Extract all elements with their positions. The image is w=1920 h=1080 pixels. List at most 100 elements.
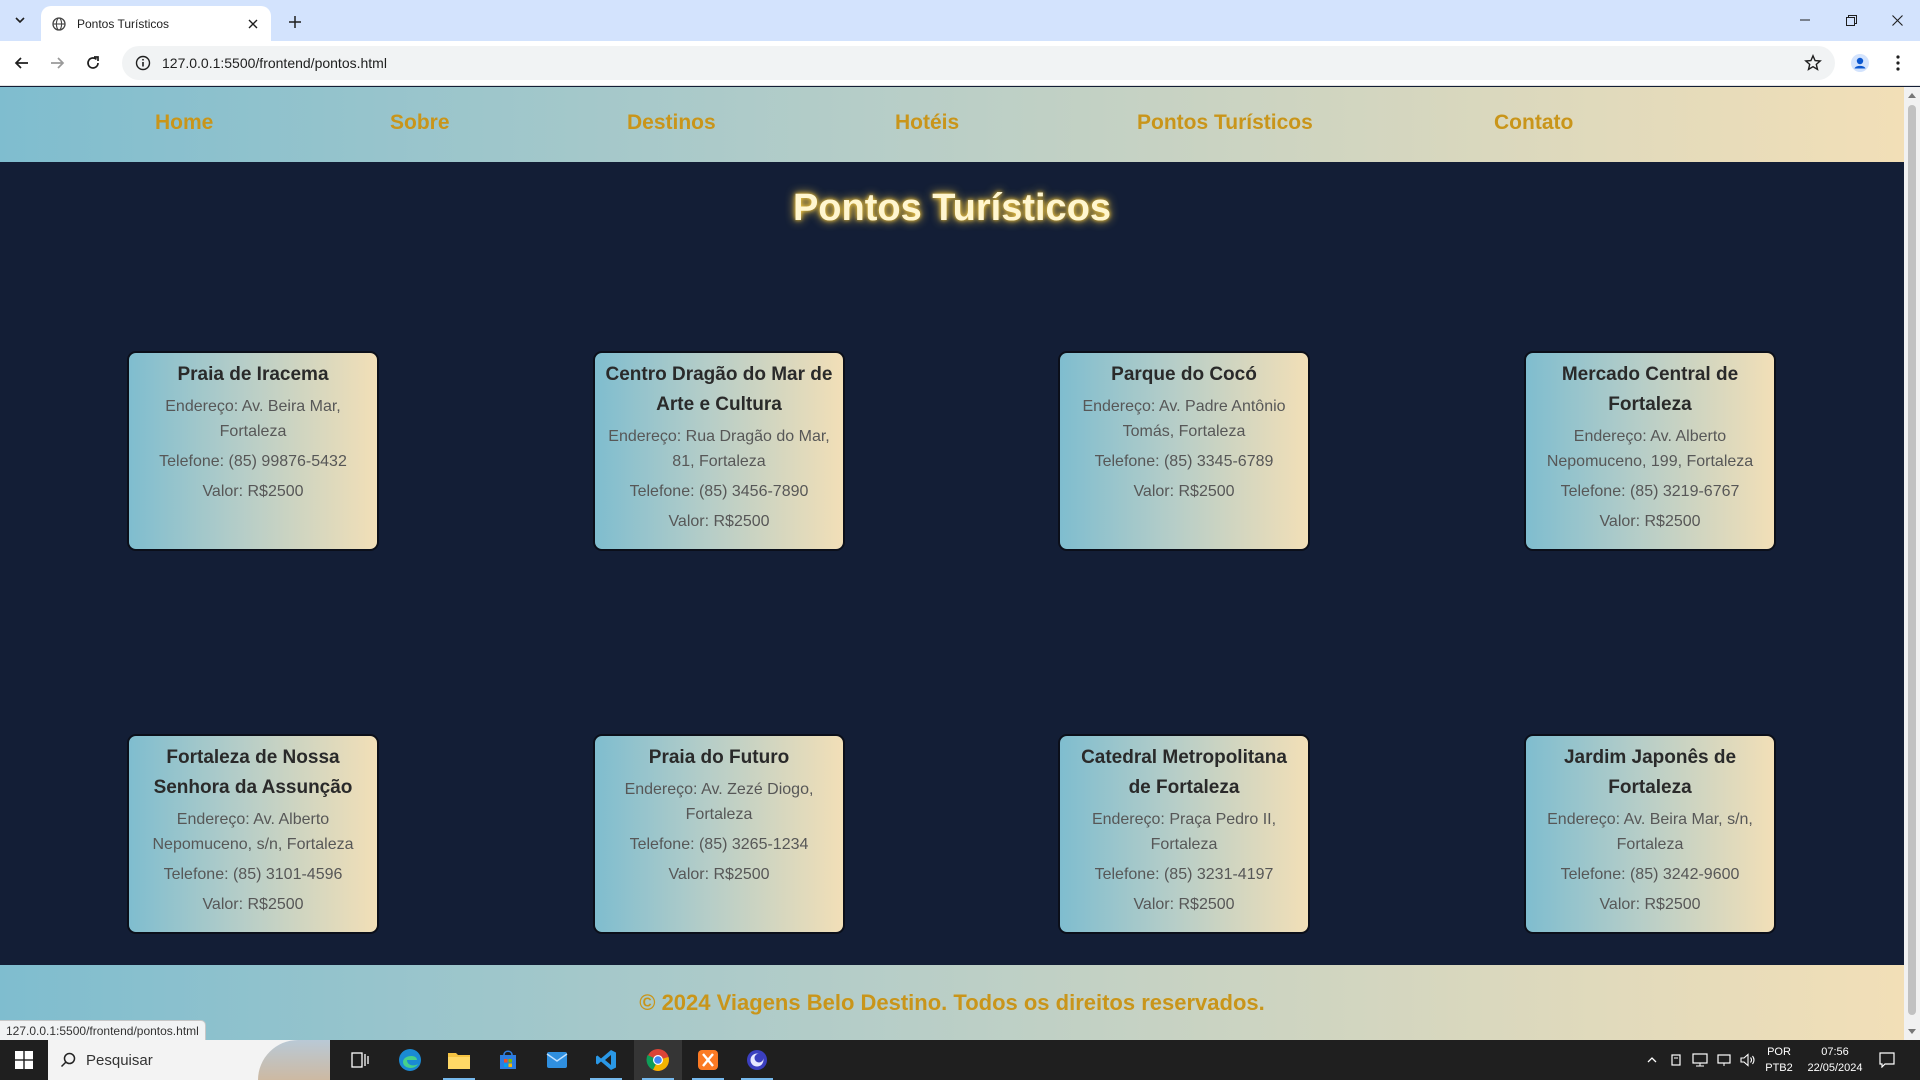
taskbar-app-blue[interactable] xyxy=(733,1040,781,1080)
network-monitor-icon[interactable] xyxy=(1690,1050,1710,1070)
taskbar-chrome[interactable] xyxy=(634,1040,682,1080)
close-window-button[interactable] xyxy=(1874,0,1920,40)
chevron-up-icon[interactable] xyxy=(1642,1050,1662,1070)
page-viewport: Home Sobre Destinos Hotéis Pontos Turíst… xyxy=(0,87,1904,1040)
volume-icon[interactable] xyxy=(1738,1050,1758,1070)
reload-button[interactable] xyxy=(79,49,107,77)
nav-link-destinos[interactable]: Destinos xyxy=(627,111,716,135)
attraction-card[interactable]: Parque do Cocó Endereço: Av. Padre Antôn… xyxy=(1058,351,1310,551)
taskbar-vscode[interactable] xyxy=(582,1040,630,1080)
card-address: Endereço: Rua Dragão do Mar, 81, Fortale… xyxy=(608,428,830,470)
arrow-left-icon xyxy=(14,57,28,69)
clock[interactable]: 07:56 22/05/2024 xyxy=(1800,1040,1870,1080)
input-language-indicator[interactable]: POR PTB2 xyxy=(1762,1040,1796,1080)
nav-link-pontos-turisticos[interactable]: Pontos Turísticos xyxy=(1137,111,1313,135)
attraction-card[interactable]: Mercado Central de Fortaleza Endereço: A… xyxy=(1524,351,1776,551)
restore-button[interactable] xyxy=(1828,0,1874,40)
windows-taskbar: Pesquisar POR PTB2 07:56 22/05/2024 xyxy=(0,1040,1920,1080)
nav-link-home[interactable]: Home xyxy=(155,111,213,135)
notification-icon[interactable] xyxy=(1877,1050,1897,1070)
search-highlight-image xyxy=(258,1040,330,1080)
start-button[interactable] xyxy=(0,1040,48,1080)
clock-date: 22/05/2024 xyxy=(1807,1062,1863,1074)
person-icon xyxy=(1851,54,1869,72)
card-title: Catedral Metropolitana de Fortaleza xyxy=(1081,747,1287,798)
nav-link-sobre[interactable]: Sobre xyxy=(390,111,450,135)
task-view-icon xyxy=(351,1052,369,1068)
chevron-down-icon xyxy=(15,17,25,24)
footer-copyright: © 2024 Viagens Belo Destino. Todos os di… xyxy=(639,989,1265,1015)
network-icon[interactable] xyxy=(1714,1050,1734,1070)
app-orb-icon xyxy=(747,1050,767,1070)
language-code: POR xyxy=(1767,1046,1791,1058)
attraction-card[interactable]: Jardim Japonês de Fortaleza Endereço: Av… xyxy=(1524,734,1776,934)
card-title: Centro Dragão do Mar de Arte e Cultura xyxy=(605,364,833,415)
windows-logo-icon xyxy=(15,1051,33,1069)
close-icon[interactable] xyxy=(245,16,261,32)
edge-icon xyxy=(399,1049,421,1071)
card-title: Praia do Futuro xyxy=(648,747,790,768)
card-phone: Telefone: (85) 3242-9600 xyxy=(1560,866,1740,883)
tab-title: Pontos Turísticos xyxy=(77,16,170,31)
nav-link-contato[interactable]: Contato xyxy=(1494,111,1573,135)
address-bar[interactable]: 127.0.0.1:5500/frontend/pontos.html xyxy=(122,46,1835,80)
card-address: Endereço: Av. Beira Mar, Fortaleza xyxy=(165,398,341,440)
taskbar-search-label: Pesquisar xyxy=(86,1051,153,1069)
card-phone: Telefone: (85) 99876-5432 xyxy=(159,453,347,470)
scrollbar-thumb[interactable] xyxy=(1908,105,1916,1015)
forward-button[interactable] xyxy=(43,49,71,77)
card-title: Mercado Central de Fortaleza xyxy=(1561,364,1739,415)
nav-link-hoteis[interactable]: Hotéis xyxy=(895,111,959,135)
attraction-card[interactable]: Catedral Metropolitana de Fortaleza Ende… xyxy=(1058,734,1310,934)
browser-menu-button[interactable] xyxy=(1884,49,1912,77)
new-tab-button[interactable] xyxy=(282,9,308,35)
minimize-icon xyxy=(1800,19,1810,21)
close-icon xyxy=(1891,14,1903,26)
link-status-bubble: 127.0.0.1:5500/frontend/pontos.html xyxy=(0,1020,206,1040)
card-price: Valor: R$2500 xyxy=(1599,513,1701,530)
kebab-menu-icon xyxy=(1896,55,1900,71)
attraction-card[interactable]: Praia do Futuro Endereço: Av. Zezé Diogo… xyxy=(593,734,845,934)
task-view-button[interactable] xyxy=(336,1040,384,1080)
attraction-card[interactable]: Fortaleza de Nossa Senhora da Assunção E… xyxy=(127,734,379,934)
taskbar-file-explorer[interactable] xyxy=(435,1040,483,1080)
attraction-card[interactable]: Centro Dragão do Mar de Arte e Cultura E… xyxy=(593,351,845,551)
card-price: Valor: R$2500 xyxy=(202,896,304,913)
card-phone: Telefone: (85) 3265-1234 xyxy=(629,836,809,853)
taskbar-search-box[interactable]: Pesquisar xyxy=(48,1040,330,1080)
usb-device-icon[interactable] xyxy=(1666,1050,1686,1070)
card-address: Endereço: Av. Padre Antônio Tomás, Forta… xyxy=(1082,398,1286,440)
card-price: Valor: R$2500 xyxy=(668,513,770,530)
card-phone: Telefone: (85) 3219-6767 xyxy=(1560,483,1740,500)
globe-icon xyxy=(51,16,67,32)
card-address: Endereço: Av. Alberto Nepomuceno, 199, F… xyxy=(1546,428,1754,470)
taskbar-store[interactable] xyxy=(484,1040,532,1080)
card-phone: Telefone: (85) 3231-4197 xyxy=(1094,866,1274,883)
card-address: Endereço: Av. Zezé Diogo, Fortaleza xyxy=(624,781,814,823)
url-text[interactable]: 127.0.0.1:5500/frontend/pontos.html xyxy=(162,55,1803,71)
back-button[interactable] xyxy=(8,49,36,77)
card-title: Praia de Iracema xyxy=(177,364,329,385)
info-icon[interactable] xyxy=(134,54,152,72)
card-price: Valor: R$2500 xyxy=(1133,483,1235,500)
taskbar-edge[interactable] xyxy=(386,1040,434,1080)
card-address: Endereço: Av. Beira Mar, s/n, Fortaleza xyxy=(1547,811,1753,853)
taskbar-xampp[interactable] xyxy=(684,1040,732,1080)
card-address: Endereço: Praça Pedro II, Fortaleza xyxy=(1091,811,1277,853)
browser-tabstrip: Pontos Turísticos xyxy=(0,0,1920,41)
vscode-icon xyxy=(596,1050,616,1070)
star-icon[interactable] xyxy=(1803,53,1823,73)
scroll-up-arrow[interactable] xyxy=(1908,93,1916,98)
scroll-down-arrow[interactable] xyxy=(1908,1029,1916,1034)
minimize-button[interactable] xyxy=(1782,0,1828,40)
page-scrollbar[interactable] xyxy=(1904,87,1920,1040)
tab-search-button[interactable] xyxy=(8,8,32,32)
taskbar-mail[interactable] xyxy=(533,1040,581,1080)
card-price: Valor: R$2500 xyxy=(1599,896,1701,913)
folder-icon xyxy=(448,1053,470,1069)
browser-tab-active[interactable]: Pontos Turísticos xyxy=(41,6,271,41)
xampp-icon xyxy=(698,1050,718,1070)
profile-button[interactable] xyxy=(1846,49,1874,77)
attraction-card[interactable]: Praia de Iracema Endereço: Av. Beira Mar… xyxy=(127,351,379,551)
chrome-icon xyxy=(646,1049,669,1071)
